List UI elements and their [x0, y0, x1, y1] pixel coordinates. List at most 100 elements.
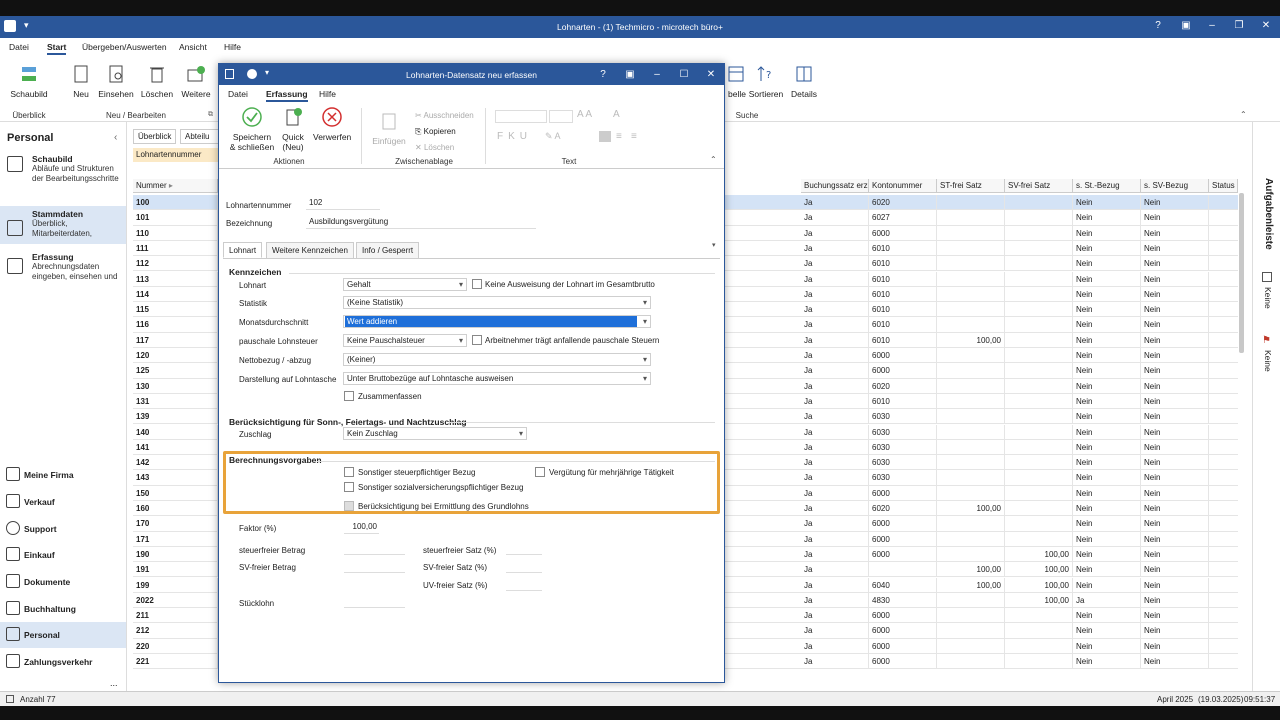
lohnart-select[interactable]: Gehalt — [343, 278, 467, 291]
nav-personal[interactable]: Personal — [0, 622, 126, 648]
dialog-close-button[interactable]: ✕ — [703, 69, 719, 80]
sortieren-button[interactable]: ? Sortieren — [748, 64, 784, 99]
sonstiger-sv-checkbox[interactable] — [344, 482, 354, 492]
nav-support[interactable]: Support — [0, 516, 126, 542]
sonstiger-steuer-checkbox[interactable] — [344, 467, 354, 477]
tab-info-gesperrt[interactable]: Info / Gesperrt — [356, 242, 420, 258]
help-button[interactable]: ? — [1150, 20, 1166, 31]
menu-ansicht[interactable]: Ansicht — [179, 42, 207, 52]
zusammenfassen-checkbox[interactable] — [344, 391, 354, 401]
netto-select[interactable]: (Keiner) — [343, 353, 651, 366]
speichern-button[interactable]: Speichern & schließen — [229, 107, 275, 152]
col-nummer[interactable]: Nummer ▸ — [133, 179, 218, 193]
statistik-select[interactable]: (Keine Statistik) — [343, 296, 651, 309]
nav-dokumente[interactable]: Dokumente — [0, 569, 126, 595]
loeschen-button[interactable]: Löschen — [138, 64, 176, 99]
sidebar-item-stammdaten[interactable]: Stammdaten Überblick, Mitarbeiterdaten, — [0, 206, 126, 244]
col-st-bezug[interactable]: s. St.-Bezug — [1073, 179, 1141, 193]
einsehen-button[interactable]: Einsehen — [98, 64, 134, 99]
dialog-menu-datei[interactable]: Datei — [228, 89, 248, 99]
clear-format-icon[interactable]: A — [613, 109, 620, 120]
more-nav-button[interactable]: ... — [110, 678, 118, 688]
sidebar-item-schaubild[interactable]: Schaubild Abläufe und Strukturen der Bea… — [0, 154, 126, 192]
darstellung-select[interactable]: Unter Bruttobezüge auf Lohntasche auswei… — [343, 372, 651, 385]
restore-ribbon-icon[interactable]: ▣ — [1178, 20, 1194, 31]
grundlohn-checkbox[interactable] — [344, 501, 354, 511]
monatsdurchschnitt-select[interactable]: Wert addieren — [343, 315, 651, 328]
font-grow-icon[interactable]: A A — [577, 109, 592, 120]
dialog-launcher-icon[interactable]: ⧉ — [208, 111, 213, 119]
col-st-frei-satz[interactable]: ST-frei Satz — [937, 179, 1005, 193]
nummer-field[interactable]: 102 — [306, 197, 380, 210]
col-status[interactable]: Status — [1209, 179, 1238, 193]
st-betrag-field[interactable] — [344, 542, 405, 555]
arbeitnehmer-checkbox[interactable] — [472, 335, 482, 345]
pauschal-select[interactable]: Keine Pauschalsteuer — [343, 334, 467, 347]
collapse-sidebar-icon[interactable]: ‹ — [114, 132, 117, 143]
dialog-maximize-button[interactable]: ☐ — [676, 69, 692, 80]
col-buchungssatz[interactable]: Buchungssatz erze — [801, 179, 869, 193]
dialog-minimize-button[interactable]: – — [649, 69, 665, 80]
dialog-help-button[interactable]: ? — [595, 69, 611, 80]
dialog-collapse-ribbon-icon[interactable]: ⌃ — [710, 155, 717, 164]
nav-zahlungsverkehr[interactable]: Zahlungsverkehr — [0, 649, 126, 675]
tab-weitere-kennzeichen[interactable]: Weitere Kennzeichen — [266, 242, 354, 258]
table-cell: 120 — [133, 348, 218, 363]
align-right-icon[interactable]: ≡ — [631, 131, 637, 142]
tab-abteilung[interactable]: Abteilu — [180, 129, 220, 144]
verwerfen-button[interactable]: Verwerfen — [313, 107, 351, 142]
font-size-select[interactable] — [549, 110, 573, 123]
format-buttons-icon[interactable]: FKU — [497, 131, 532, 142]
dialog-ribbon-toggle-icon[interactable]: ▣ — [622, 69, 638, 80]
faktor-field[interactable]: 100,00 — [344, 521, 379, 534]
sv-betrag-field[interactable] — [344, 560, 405, 573]
verguetung-checkbox[interactable] — [535, 467, 545, 477]
maximize-button[interactable]: ❐ — [1231, 20, 1247, 31]
dialog-menu-erfassung[interactable]: Erfassung — [266, 89, 308, 102]
keine-label-1[interactable]: Keine — [1263, 287, 1273, 309]
menu-datei[interactable]: Datei — [9, 42, 29, 52]
st-satz-field[interactable] — [506, 542, 542, 555]
aufgabenleiste-label[interactable]: Aufgabenleiste — [1263, 178, 1274, 250]
neu-button[interactable]: Neu — [66, 64, 96, 99]
einfuegen-button[interactable]: Einfügen — [371, 111, 407, 146]
uv-satz-field[interactable] — [506, 578, 542, 591]
ausschneiden-button[interactable]: ✂ Ausschneiden — [415, 111, 474, 120]
clip-loeschen-button[interactable]: ✕ Löschen — [415, 143, 454, 152]
font-color-icon[interactable]: ✎ A — [545, 131, 561, 142]
menu-uebergeben[interactable]: Übergeben/Auswerten — [82, 42, 167, 52]
weitere-button[interactable]: Weitere — [178, 64, 214, 99]
menu-start[interactable]: Start — [47, 42, 67, 55]
align-left-icon[interactable] — [599, 131, 611, 142]
font-family-select[interactable] — [495, 110, 547, 123]
nav-buchhaltung[interactable]: Buchhaltung — [0, 596, 126, 622]
kopieren-button[interactable]: ⎘ Kopieren — [415, 127, 456, 137]
col-sv-frei-satz[interactable]: SV-frei Satz — [1005, 179, 1073, 193]
stuecklohn-field[interactable] — [344, 595, 405, 608]
quick-neu-button[interactable]: Quick (Neu) — [277, 107, 309, 152]
nav-einkauf[interactable]: Einkauf — [0, 542, 126, 568]
nav-verkauf[interactable]: Verkauf — [0, 489, 126, 515]
menu-hilfe[interactable]: Hilfe — [224, 42, 241, 52]
sidebar-item-erfassung[interactable]: Erfassung Abrechnungsdaten eingeben, ein… — [0, 252, 126, 292]
dialog-menu-hilfe[interactable]: Hilfe — [319, 89, 336, 99]
collapse-ribbon-icon[interactable]: ⌃ — [1240, 110, 1247, 119]
tab-ueberblick[interactable]: Überblick — [133, 129, 177, 144]
schaubild-button[interactable]: Schaubild — [8, 64, 50, 99]
table-cell — [937, 363, 1005, 379]
grid-scrollbar[interactable] — [1239, 193, 1244, 353]
nav-meine-firma[interactable]: Meine Firma — [0, 462, 126, 488]
close-button[interactable]: ✕ — [1258, 20, 1274, 31]
details-button[interactable]: Details — [788, 64, 820, 99]
align-center-icon[interactable]: ≡ — [616, 131, 622, 142]
keine-label-2[interactable]: Keine — [1263, 350, 1273, 372]
col-sv-bezug[interactable]: s. SV-Bezug — [1141, 179, 1209, 193]
sv-satz-field[interactable] — [506, 560, 542, 573]
minimize-button[interactable]: – — [1204, 20, 1220, 31]
zuschlag-select[interactable]: Kein Zuschlag — [343, 427, 527, 440]
bezeichnung-field[interactable]: Ausbildungsvergütung — [306, 216, 536, 229]
col-kontonummer[interactable]: Kontonummer — [869, 179, 937, 193]
tab-lohnart[interactable]: Lohnart — [223, 242, 263, 258]
filter-lohnartennummer[interactable]: Lohnartennummer — [133, 148, 223, 162]
keine-ausweisung-checkbox[interactable] — [472, 279, 482, 289]
